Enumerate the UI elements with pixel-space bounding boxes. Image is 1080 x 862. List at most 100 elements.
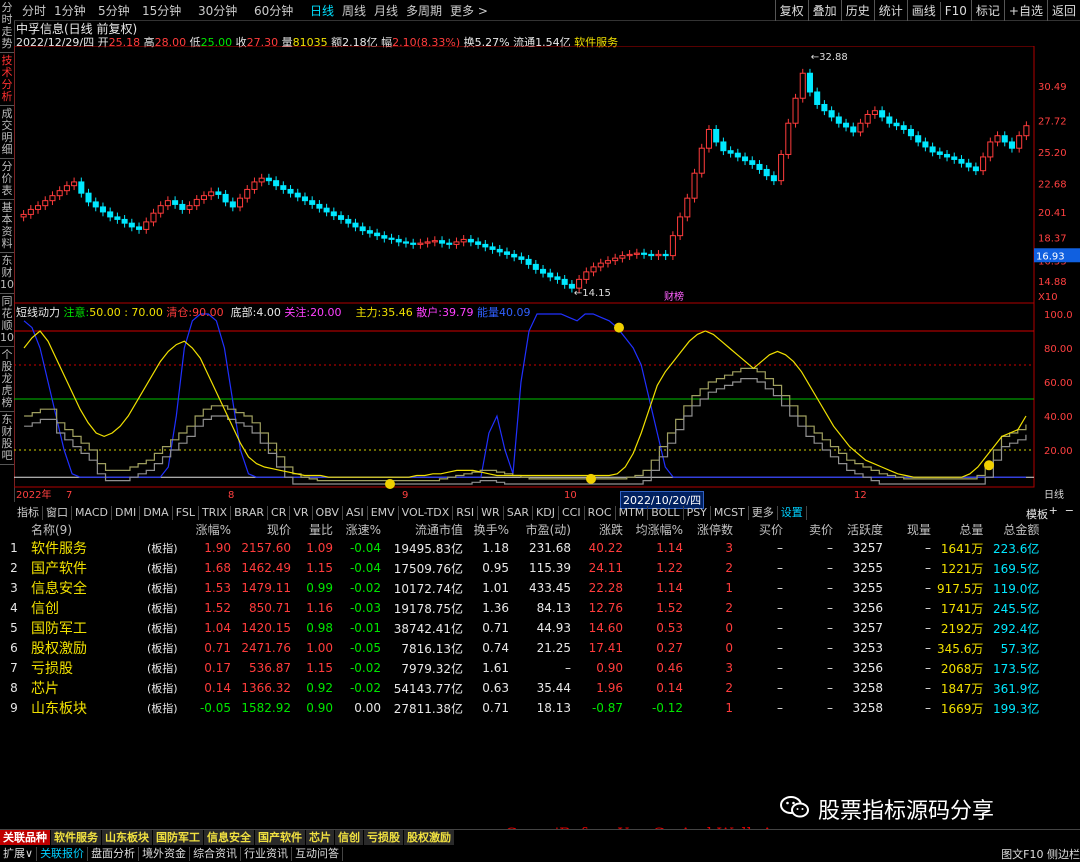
indicator-tab[interactable]: EMV bbox=[368, 506, 399, 520]
left-nav-item[interactable]: 分价表 bbox=[0, 159, 14, 200]
indicator-tab[interactable]: DMA bbox=[140, 506, 173, 520]
column-header[interactable]: 均涨幅% bbox=[626, 520, 686, 538]
related-tab[interactable]: 国产软件 bbox=[255, 830, 306, 845]
toolbar-button[interactable]: 画线 bbox=[906, 0, 940, 21]
timeframe-item[interactable]: 5分钟 bbox=[98, 2, 130, 19]
toolbar-button[interactable]: 复权 bbox=[774, 0, 808, 21]
table-row[interactable]: 3 信息安全 (板指) 1.53 1479.11 0.99 -0.02 10172.74亿 1.… bbox=[0, 578, 1042, 598]
table-row[interactable]: 1 软件服务 (板指) 1.90 2157.60 1.09 -0.04 19495.83亿 1.… bbox=[0, 538, 1042, 558]
toolbar-button[interactable]: 历史 bbox=[840, 0, 874, 21]
table-row[interactable]: 9 山东板块 (板指) -0.05 1582.92 0.90 0.00 27811.38亿 0.… bbox=[0, 698, 1042, 718]
column-header[interactable]: 量比 bbox=[294, 520, 336, 538]
timeframe-item[interactable]: 1分钟 bbox=[54, 2, 86, 19]
related-tab[interactable]: 信创 bbox=[335, 830, 364, 845]
indicator-tab[interactable]: RSI bbox=[453, 506, 479, 520]
indicator-tab[interactable]: KDJ bbox=[533, 506, 559, 520]
indicator-tab[interactable]: BRAR bbox=[231, 506, 269, 520]
status-tab[interactable]: 行业资讯 bbox=[241, 847, 293, 861]
left-nav-item[interactable]: 成交明细 bbox=[0, 106, 14, 159]
column-header[interactable]: 涨幅% bbox=[188, 520, 234, 538]
column-header[interactable] bbox=[0, 520, 28, 538]
timeframe-item[interactable]: 更多 > bbox=[450, 2, 488, 19]
indicator-tab[interactable]: 设置 bbox=[778, 506, 807, 520]
indicator-tab[interactable]: TRIX bbox=[199, 506, 232, 520]
zoom-buttons[interactable]: + − bbox=[1049, 504, 1074, 517]
column-header[interactable]: 涨跌 bbox=[574, 520, 626, 538]
table-row[interactable]: 4 信创 (板指) 1.52 850.71 1.16 -0.03 19178.75亿 1.36 8… bbox=[0, 598, 1042, 618]
column-header[interactable]: 市盈(动) bbox=[512, 520, 574, 538]
left-nav-item[interactable]: 技术分析 bbox=[0, 53, 14, 106]
toolbar-button[interactable]: F10 bbox=[939, 2, 971, 20]
column-header[interactable]: 买价 bbox=[736, 520, 786, 538]
indicator-tab[interactable]: VR bbox=[290, 506, 313, 520]
related-tab[interactable]: 关联品种 bbox=[0, 830, 51, 845]
indicator-tab[interactable]: ROC bbox=[585, 506, 616, 520]
timeframe-item[interactable]: 30分钟 bbox=[198, 2, 237, 19]
toolbar-button[interactable]: 统计 bbox=[873, 0, 907, 21]
left-nav-item[interactable]: 基本资料 bbox=[0, 200, 14, 253]
left-nav-item[interactable]: 东财股吧 bbox=[0, 412, 14, 465]
indicator-tab[interactable]: DMI bbox=[112, 506, 141, 520]
indicator-tab[interactable]: CR bbox=[268, 506, 291, 520]
timeframe-item[interactable]: 多周期 bbox=[406, 2, 442, 19]
table-row[interactable]: 8 芯片 (板指) 0.14 1366.32 0.92 -0.02 54143.77亿 0.63… bbox=[0, 678, 1042, 698]
related-tab[interactable]: 芯片 bbox=[306, 830, 335, 845]
related-tab[interactable]: 信息安全 bbox=[204, 830, 255, 845]
table-row[interactable]: 2 国产软件 (板指) 1.68 1462.49 1.15 -0.04 17509.76亿 0.… bbox=[0, 558, 1042, 578]
column-header[interactable]: 总量 bbox=[934, 520, 986, 538]
indicator-tab[interactable]: 更多 bbox=[749, 506, 778, 520]
related-tab[interactable]: 亏损股 bbox=[364, 830, 404, 845]
column-header[interactable]: 涨停数 bbox=[686, 520, 736, 538]
indicator-tab[interactable]: MCST bbox=[711, 506, 749, 520]
related-tab[interactable]: 山东板块 bbox=[102, 830, 153, 845]
left-nav-item[interactable]: 分时走势 bbox=[0, 0, 14, 53]
table-row[interactable]: 5 国防军工 (板指) 1.04 1420.15 0.98 -0.01 38742.41亿 0.… bbox=[0, 618, 1042, 638]
indicator-tab[interactable]: ASI bbox=[343, 506, 368, 520]
indicator-tab[interactable]: OBV bbox=[313, 506, 343, 520]
status-tab[interactable]: 盘面分析 bbox=[88, 847, 140, 861]
status-tab[interactable]: 关联报价 bbox=[37, 847, 89, 861]
table-row[interactable]: 6 股权激励 (板指) 0.71 2471.76 1.00 -0.05 7816.13亿 0.7… bbox=[0, 638, 1042, 658]
toolbar-button[interactable]: 返回 bbox=[1046, 0, 1080, 21]
timeframe-item[interactable]: 分时 bbox=[22, 2, 46, 19]
column-header[interactable]: 流通市值 bbox=[384, 520, 466, 538]
indicator-tab[interactable]: 指标 bbox=[14, 506, 43, 520]
timeframe-item[interactable]: 60分钟 bbox=[254, 2, 293, 19]
timeframe-item[interactable]: 周线 bbox=[342, 2, 366, 19]
indicator-tab[interactable]: VOL-TDX bbox=[399, 506, 454, 520]
column-header[interactable]: 名称(9) bbox=[28, 520, 144, 538]
related-tab[interactable]: 软件服务 bbox=[51, 830, 102, 845]
table-row[interactable]: 7 亏损股 (板指) 0.17 536.87 1.15 -0.02 7979.32亿 1.61 –… bbox=[0, 658, 1042, 678]
timeframe-item[interactable]: 日线 bbox=[310, 2, 334, 19]
column-header[interactable]: 换手% bbox=[466, 520, 512, 538]
indicator-tab[interactable]: CCI bbox=[559, 506, 585, 520]
left-nav-item[interactable]: 东财10 bbox=[0, 253, 14, 294]
indicator-name[interactable]: 短线动力 bbox=[16, 306, 60, 319]
indicator-tab[interactable]: 窗口 bbox=[43, 506, 72, 520]
status-tab[interactable]: 境外资金 bbox=[139, 847, 191, 861]
related-tab[interactable]: 国防军工 bbox=[153, 830, 204, 845]
indicator-tab[interactable]: SAR bbox=[504, 506, 534, 520]
toolbar-button[interactable]: +自选 bbox=[1003, 0, 1047, 21]
column-header[interactable]: 现价 bbox=[234, 520, 294, 538]
column-header[interactable] bbox=[144, 520, 188, 538]
indicator-tab[interactable]: PSY bbox=[684, 506, 711, 520]
column-header[interactable]: 涨速% bbox=[336, 520, 384, 538]
column-header[interactable]: 总金额 bbox=[986, 520, 1042, 538]
status-tab[interactable]: 综合资讯 bbox=[190, 847, 242, 861]
indicator-tab[interactable]: MACD bbox=[72, 506, 112, 520]
indicator-tab[interactable]: BOLL bbox=[648, 506, 684, 520]
toolbar-button[interactable]: 标记 bbox=[970, 0, 1004, 21]
indicator-tab[interactable]: MTM bbox=[616, 506, 649, 520]
timeframe-item[interactable]: 15分钟 bbox=[142, 2, 181, 19]
timeframe-item[interactable]: 月线 bbox=[374, 2, 398, 19]
left-nav-item[interactable]: 同花顺10 bbox=[0, 294, 14, 347]
left-nav-item[interactable]: 个股龙虎榜 bbox=[0, 347, 14, 412]
indicator-tab[interactable]: FSL bbox=[173, 506, 199, 520]
status-tab[interactable]: 扩展∨ bbox=[0, 847, 38, 861]
column-header[interactable]: 现量 bbox=[886, 520, 934, 538]
indicator-tab[interactable]: WR bbox=[478, 506, 504, 520]
related-tab[interactable]: 股权激励 bbox=[404, 830, 455, 845]
column-header[interactable]: 卖价 bbox=[786, 520, 836, 538]
kline-chart[interactable]: 30.4927.7225.2022.6820.4118.3716.5314.88… bbox=[14, 46, 1080, 506]
